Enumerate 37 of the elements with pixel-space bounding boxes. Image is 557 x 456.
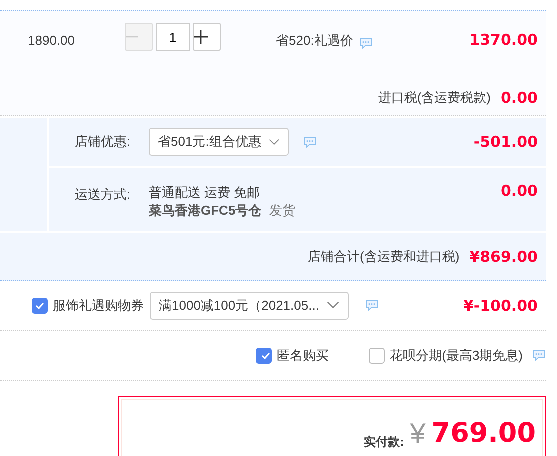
shop-total: ¥869.00	[470, 248, 538, 266]
caret-icon	[327, 301, 340, 310]
discount-dropdown[interactable]: 省501元:组合优惠	[149, 128, 289, 156]
check-icon	[35, 300, 45, 310]
currency-sign: ¥	[410, 420, 426, 448]
coupon-label: 服饰礼遇购物券	[53, 296, 144, 314]
coupon-dropdown[interactable]: 满1000减100元（2021.05...	[150, 292, 349, 320]
shipping-method: 普通配送 运费 免邮	[149, 184, 262, 202]
warehouse: 菜鸟香港GFC5号仓	[149, 203, 262, 218]
chat-icon[interactable]	[359, 37, 374, 50]
unit-price: 1890.00	[27, 32, 76, 48]
chat-icon[interactable]	[532, 349, 546, 362]
payment-amount: 769.00	[432, 420, 536, 447]
chat-icon[interactable]	[365, 299, 379, 312]
option-label: 花呗分期(最高3期免息)	[390, 346, 523, 364]
tax-label: 进口税(含运费税款)	[378, 89, 491, 107]
quantity-field[interactable]: 1	[156, 23, 190, 51]
shop-total-label: 店铺合计(含运费和进口税)	[308, 248, 460, 266]
tax-amount: 0.00	[500, 89, 538, 107]
promo-label: 省520:礼遇价	[276, 32, 354, 50]
check-icon	[261, 350, 272, 360]
checkbox[interactable]	[369, 348, 386, 364]
coupon-amount: ¥-100.00	[463, 296, 538, 314]
checkbox[interactable]	[32, 298, 48, 314]
subtotal: 1370.00	[470, 30, 538, 49]
chat-icon[interactable]	[303, 136, 317, 148]
shipping-amount: 0.00	[500, 182, 538, 200]
option-label: 匿名购买	[277, 346, 330, 364]
increase-button[interactable]	[193, 23, 221, 51]
discount-amount: -501.00	[474, 133, 538, 151]
discount-label: 店铺优惠:	[74, 133, 132, 151]
dispatch-label: 发货	[270, 203, 296, 218]
caret-icon	[269, 138, 280, 146]
checkbox[interactable]	[256, 348, 272, 364]
payment-label: 实付款:	[364, 434, 404, 451]
shipping-label: 运送方式:	[74, 186, 132, 204]
plus-icon	[194, 30, 208, 44]
